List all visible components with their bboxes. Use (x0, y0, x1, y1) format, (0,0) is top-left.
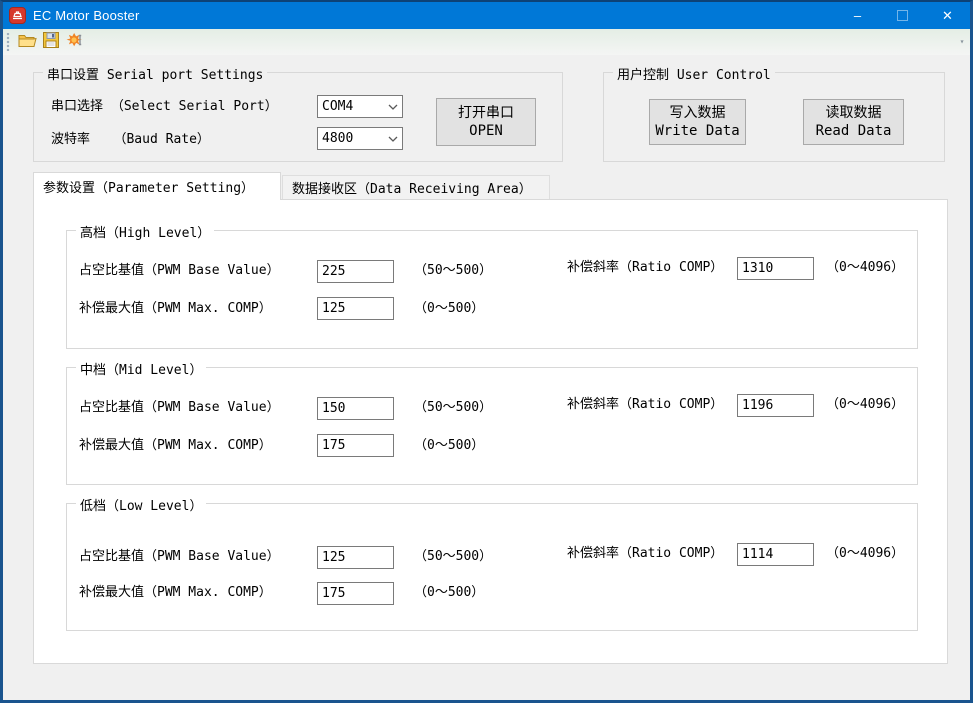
mid-ratio-comp-input[interactable] (737, 394, 814, 417)
maximize-button[interactable] (880, 2, 925, 29)
tab-parameter-setting-label: 参数设置（Parameter Setting） (43, 181, 255, 196)
pwm-max-comp-range: （0～500） (414, 438, 485, 453)
pwm-max-comp-range: （0～500） (414, 585, 485, 600)
serial-port-combobox[interactable]: COM4 (317, 95, 403, 118)
mid-pwm-max-comp-input[interactable] (317, 434, 394, 457)
pwm-base-value-range: （50～500） (414, 549, 493, 564)
write-data-button-cn: 写入数据 (669, 105, 726, 121)
pwm-max-comp-label: 补偿最大值（PWM Max. COMP） (79, 585, 272, 600)
serial-port-value: COM4 (322, 99, 354, 114)
pwm-max-comp-range: （0～500） (414, 301, 485, 316)
high-pwm-base-value-input[interactable] (317, 260, 394, 283)
read-data-button-en: Read Data (815, 123, 892, 139)
write-data-button[interactable]: 写入数据 Write Data (649, 99, 746, 145)
ratio-comp-range: （0～4096） (826, 546, 905, 561)
pwm-base-value-range: （50～500） (414, 400, 493, 415)
save-file-button[interactable] (39, 31, 63, 53)
high-level-group: 高档（High Level） 占空比基值（PWM Base Value） （50… (66, 222, 918, 349)
maximize-icon (897, 10, 908, 21)
ratio-comp-label: 补偿斜率（Ratio COMP） (567, 397, 724, 412)
baud-rate-combobox[interactable]: 4800 (317, 127, 403, 150)
high-level-group-title: 高档（High Level） (76, 222, 215, 241)
mid-pwm-base-value-input[interactable] (317, 397, 394, 420)
ratio-comp-range: （0～4096） (826, 397, 905, 412)
serial-settings-group-title: 串口设置 Serial port Settings (43, 64, 268, 83)
tools-button[interactable] (63, 31, 87, 53)
pwm-base-value-label: 占空比基值（PWM Base Value） (79, 263, 280, 278)
app-icon[interactable] (9, 7, 26, 24)
tools-icon (66, 32, 85, 52)
pwm-max-comp-label: 补偿最大值（PWM Max. COMP） (79, 301, 272, 316)
mid-level-group-title: 中档（Mid Level） (76, 359, 207, 378)
open-folder-icon (18, 33, 37, 52)
pwm-base-value-label: 占空比基值（PWM Base Value） (79, 400, 280, 415)
low-pwm-max-comp-input[interactable] (317, 582, 394, 605)
pwm-base-value-label: 占空比基值（PWM Base Value） (79, 549, 280, 564)
write-data-button-en: Write Data (655, 123, 740, 139)
minimize-button[interactable]: – (835, 2, 880, 29)
chevron-down-icon (388, 104, 398, 110)
select-serial-port-label: 串口选择 （Select Serial Port） (51, 99, 278, 114)
baud-rate-label: 波特率 （Baud Rate） (51, 132, 210, 147)
open-serial-port-button[interactable]: 打开串口 OPEN (436, 98, 536, 146)
user-control-group: 用户控制 User Control 写入数据 Write Data 读取数据 R… (603, 64, 945, 162)
open-serial-port-button-cn: 打开串口 (458, 105, 514, 121)
open-file-button[interactable] (15, 31, 39, 53)
chevron-down-icon (388, 136, 398, 142)
read-data-button[interactable]: 读取数据 Read Data (803, 99, 904, 145)
app-window: EC Motor Booster – ✕ ▾ 串口设置 Serial port … (0, 0, 973, 703)
toolbar: ▾ (3, 29, 970, 55)
user-control-group-title: 用户控制 User Control (613, 64, 775, 83)
pwm-max-comp-label: 补偿最大值（PWM Max. COMP） (79, 438, 272, 453)
low-pwm-base-value-input[interactable] (317, 546, 394, 569)
save-icon (43, 32, 59, 52)
serial-settings-group: 串口设置 Serial port Settings 串口选择 （Select S… (33, 64, 563, 162)
tab-data-receiving-area-label: 数据接收区（Data Receiving Area） (292, 182, 532, 197)
open-serial-port-button-en: OPEN (469, 123, 503, 139)
baud-rate-value: 4800 (322, 131, 354, 146)
ratio-comp-range: （0～4096） (826, 260, 905, 275)
titlebar: EC Motor Booster – ✕ (3, 2, 970, 29)
low-level-group-title: 低档（Low Level） (76, 495, 207, 514)
high-pwm-max-comp-input[interactable] (317, 297, 394, 320)
tab-parameter-setting[interactable]: 参数设置（Parameter Setting） (33, 172, 281, 200)
read-data-button-cn: 读取数据 (825, 105, 882, 121)
window-title: EC Motor Booster (33, 8, 140, 23)
close-button[interactable]: ✕ (925, 2, 970, 29)
pwm-base-value-range: （50～500） (414, 263, 493, 278)
toolbar-overflow-button[interactable]: ▾ (956, 31, 968, 51)
high-ratio-comp-input[interactable] (737, 257, 814, 280)
toolbar-gripper[interactable] (6, 33, 10, 51)
mid-level-group: 中档（Mid Level） 占空比基值（PWM Base Value） （50～… (66, 359, 918, 485)
tab-data-receiving-area[interactable]: 数据接收区（Data Receiving Area） (282, 175, 550, 199)
ratio-comp-label: 补偿斜率（Ratio COMP） (567, 260, 724, 275)
low-ratio-comp-input[interactable] (737, 543, 814, 566)
low-level-group: 低档（Low Level） 占空比基值（PWM Base Value） （50～… (66, 495, 918, 631)
ratio-comp-label: 补偿斜率（Ratio COMP） (567, 546, 724, 561)
